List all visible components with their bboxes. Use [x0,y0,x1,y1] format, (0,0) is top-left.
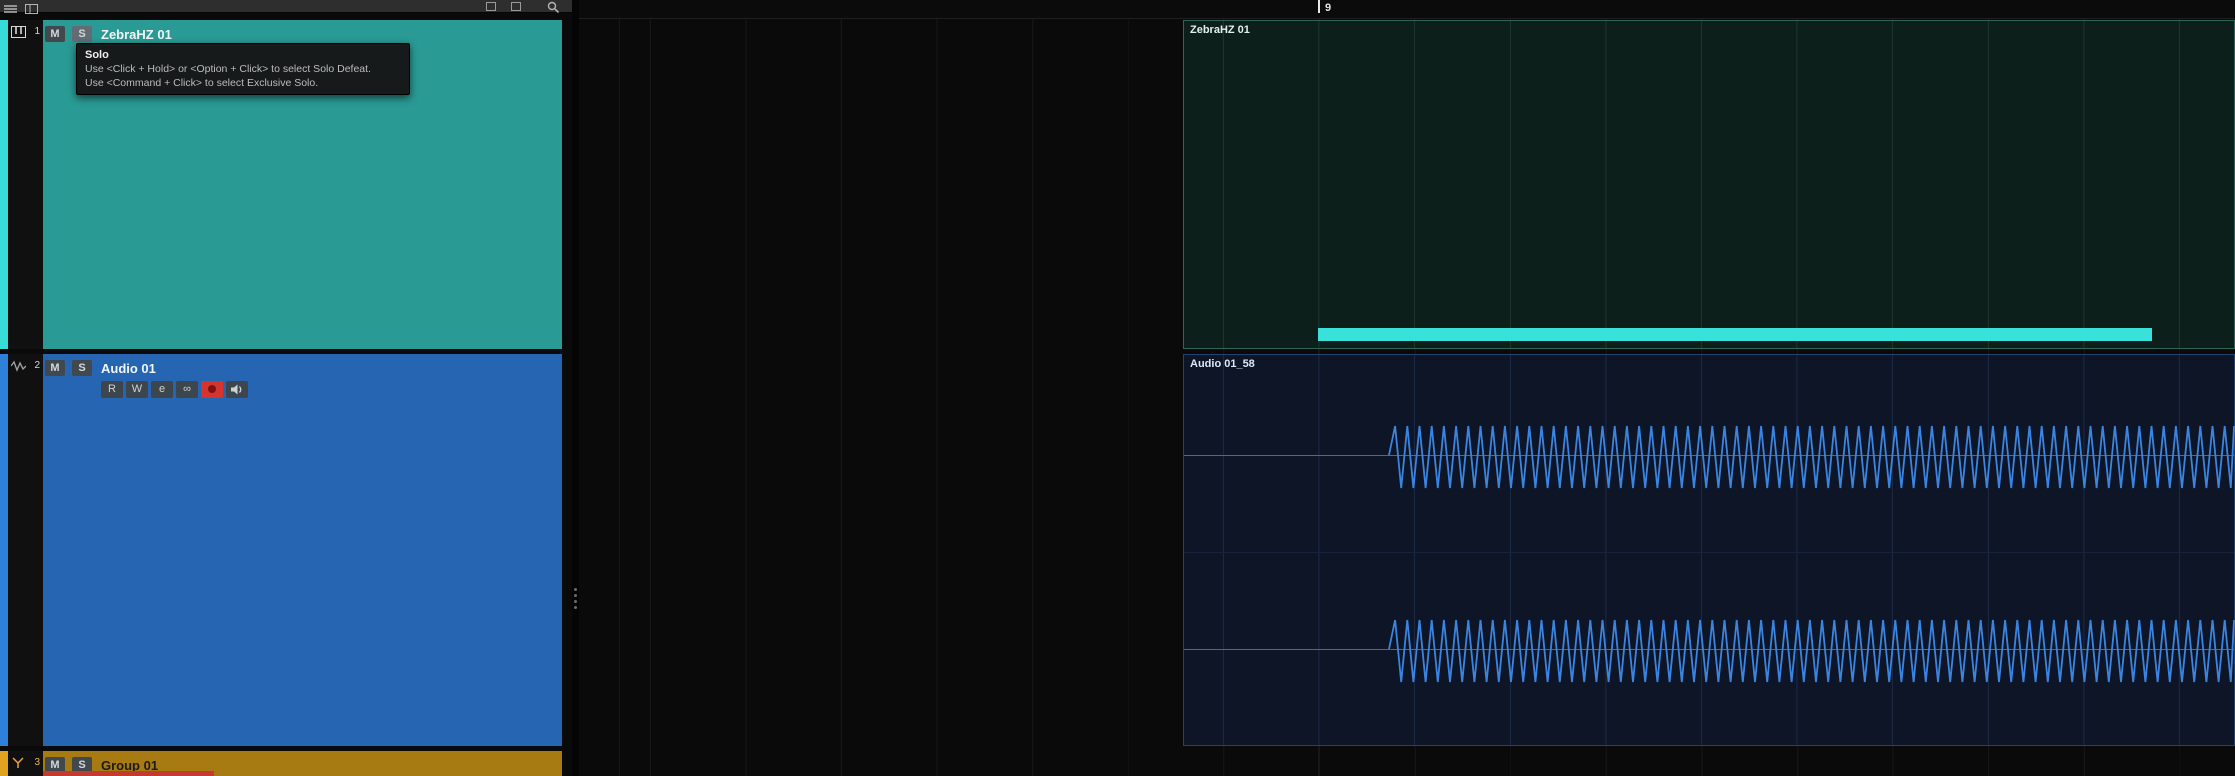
track-number: 1 [34,26,40,37]
track-number: 2 [34,360,40,371]
arrangement-area[interactable]: 9 ZebraHZ 01 Audio 01_58 [579,0,2235,776]
playhead-tick [1318,0,1320,13]
region-label: ZebraHZ 01 [1190,24,1250,36]
tooltip-line: Use <Click + Hold> or <Option + Click> t… [85,63,371,75]
mute-button[interactable]: M [45,26,65,42]
search-icon[interactable] [547,0,560,18]
track-color-strip [0,20,8,349]
track-color-strip [0,751,8,776]
midi-region[interactable]: ZebraHZ 01 [1183,20,2235,349]
track-row-audio[interactable]: 2 M S Audio 01 R W e ∞ [0,354,572,746]
track-color-strip [0,354,8,746]
window-icon[interactable] [486,2,496,11]
audio-waveform [1388,425,2235,683]
track-name: Audio 01 [101,361,156,376]
group-track-icon [11,756,27,769]
solo-button[interactable]: S [72,26,92,42]
midi-note-event[interactable] [1318,328,2152,341]
track-body[interactable]: M S Audio 01 R W e ∞ [43,354,562,746]
channel-link-button[interactable]: ∞ [176,381,198,398]
track-id-column: 3 [8,751,43,776]
ruler-bar-number: 9 [1325,2,1332,14]
mute-button[interactable]: M [45,360,65,376]
divider-drag-handle[interactable] [572,585,579,612]
toolbar [0,0,572,14]
track-name: ZebraHZ 01 [101,27,172,42]
region-label: Audio 01_58 [1190,358,1255,370]
list-icon[interactable] [4,1,17,19]
speaker-icon [231,384,242,395]
write-automation-button[interactable]: W [126,381,148,398]
solo-button[interactable]: S [72,360,92,376]
track-number: 3 [34,757,40,768]
window-icon[interactable] [511,2,521,11]
track-row-group[interactable]: 3 M S Group 01 [0,751,572,776]
timeline-ruler[interactable]: 9 [579,0,2235,19]
partial-red-bar [43,771,214,776]
solo-tooltip: Solo Use <Click + Hold> or <Option + Cli… [76,43,410,95]
track-id-column: 2 [8,354,43,746]
audio-track-icon [10,359,27,372]
record-enable-button[interactable] [201,381,223,398]
panel-divider[interactable] [572,0,579,776]
edit-channel-button[interactable]: e [151,381,173,398]
read-automation-button[interactable]: R [101,381,123,398]
monitor-button[interactable] [226,381,248,398]
audio-region[interactable]: Audio 01_58 [1183,354,2235,746]
panels-icon[interactable] [25,1,38,19]
track-body[interactable]: M S Group 01 [43,751,562,776]
track-id-column: 1 [8,20,43,349]
instrument-track-icon [11,25,27,38]
tooltip-title: Solo [85,49,109,61]
record-icon [208,385,216,393]
tooltip-line: Use <Command + Click> to select Exclusiv… [85,77,319,89]
